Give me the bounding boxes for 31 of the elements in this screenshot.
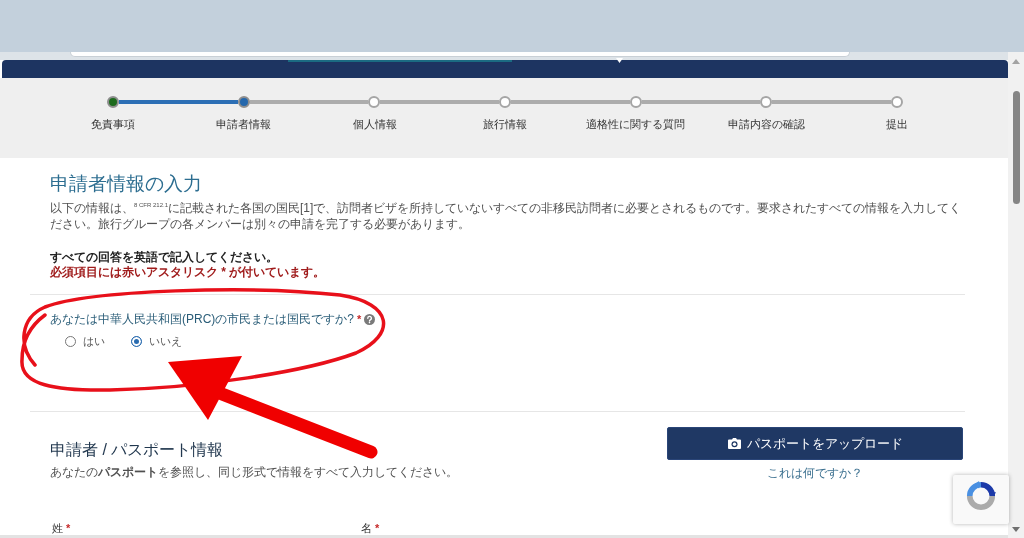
help-icon[interactable] [364, 313, 376, 325]
step-label: 旅行情報 [482, 117, 529, 131]
required-asterisk: * [66, 521, 71, 535]
scroll-up-icon[interactable] [1012, 59, 1020, 64]
question-label: あなたは中華人民共和国(PRC)の市民または国民ですか? [50, 311, 354, 327]
upload-passport-button[interactable]: パスポートをアップロード [667, 427, 963, 460]
required-asterisk: * [375, 521, 380, 535]
page-heading: 申請者情報の入力 [50, 172, 203, 196]
circular-arrows-icon [966, 481, 996, 511]
english-notice: すべての回答を英語で記入してください。 [50, 250, 279, 265]
radio-button[interactable] [131, 335, 142, 347]
intro-paragraph: 以下の情報は、$^{8 CFR 212.1}$に記載された各国の国民[1]で、訪問者ビザを所持していないすべての非移民訪問者に必要とされるものです。要求されたすべての情報を入力してください。旅行グループの各メンバーは別々の申請を完了する必要があります。 [50, 200, 963, 232]
field-label: 名 [361, 521, 372, 535]
section-description: あなたのパスポートを参照し、同じ形式で情報をすべて入力してください。 [50, 464, 459, 480]
step-label: 免責事項 [90, 117, 137, 131]
option-label[interactable]: いいえ [149, 333, 182, 349]
scrollbar-thumb[interactable] [1012, 91, 1020, 204]
step-label: 申請者情報 [215, 117, 273, 131]
camera-icon [727, 438, 741, 449]
step-label: 適格性に関する質問 [585, 117, 687, 131]
step-label: 個人情報 [351, 117, 398, 131]
required-asterisk: * [357, 312, 362, 327]
step-label: 提出 [885, 117, 910, 131]
required-note: 必須項目には赤いアスタリスク * が付いています。 [50, 265, 327, 280]
help-link[interactable]: これは何ですか？ [767, 466, 863, 481]
scroll-down-icon[interactable] [1012, 527, 1020, 532]
option-label[interactable]: はい [83, 333, 105, 349]
section-heading: 申請者 / パスポート情報 [50, 440, 225, 460]
radio-button[interactable] [65, 335, 76, 347]
field-label: 姓 [52, 521, 63, 535]
step-label: 申請内容の確認 [727, 117, 807, 131]
